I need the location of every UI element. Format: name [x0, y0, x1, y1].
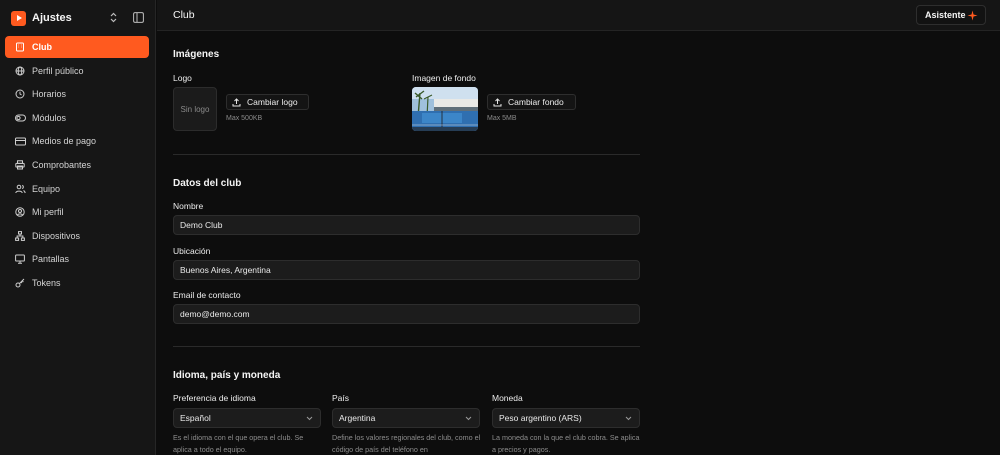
section-title-images: Imágenes [173, 49, 220, 60]
sidebar-item-dispositivos[interactable]: Dispositivos [5, 225, 149, 247]
currency-select[interactable]: Peso argentino (ARS) [492, 408, 640, 428]
users-icon [14, 183, 26, 195]
language-select[interactable]: Español [173, 408, 321, 428]
sidebar-item-label: Pantallas [32, 254, 70, 265]
sidebar-item-label: Equipo [32, 183, 61, 194]
sparkle-icon [967, 10, 978, 21]
sidebar: Ajustes Club Perfil público Horarios Mód… [0, 0, 156, 455]
section-divider [173, 346, 640, 347]
country-description: Define los valores regionales del club, … [332, 433, 481, 454]
location-input[interactable]: Buenos Aires, Argentina [173, 260, 640, 280]
sidebar-nav: Club Perfil público Horarios Módulos Med… [0, 36, 155, 294]
network-icon [14, 230, 26, 242]
country-select-value: Argentina [339, 413, 376, 423]
sidebar-item-club[interactable]: Club [5, 36, 149, 58]
key-icon [14, 277, 26, 289]
sidebar-item-label: Perfil público [32, 65, 84, 76]
sidebar-item-label: Dispositivos [32, 230, 81, 241]
sidebar-item-comprobantes[interactable]: Comprobantes [5, 154, 149, 176]
page-title: Club [173, 9, 195, 21]
chevron-down-icon [306, 416, 313, 421]
logo-size-hint: Max 500KB [226, 115, 263, 122]
sidebar-item-label: Medios de pago [32, 136, 97, 147]
logo-placeholder: Sin logo [173, 87, 217, 131]
chevron-down-icon [625, 416, 632, 421]
logo-label: Logo [173, 73, 192, 83]
app-logo-icon [11, 10, 26, 26]
sidebar-header: Ajustes [0, 0, 155, 36]
sidebar-item-label: Comprobantes [32, 159, 92, 170]
user-circle-icon [14, 206, 26, 218]
sidebar-item-pantallas[interactable]: Pantallas [5, 248, 149, 270]
sidebar-item-label: Módulos [32, 112, 67, 123]
app-name[interactable]: Ajustes [32, 12, 72, 24]
sidebar-item-modulos[interactable]: Módulos [5, 107, 149, 129]
email-input[interactable]: demo@demo.com [173, 304, 640, 324]
sidebar-item-label: Mi perfil [32, 207, 64, 218]
currency-description: La moneda con la que el club cobra. Se a… [492, 433, 640, 454]
chevron-down-icon [465, 416, 472, 421]
email-label: Email de contacto [173, 290, 241, 300]
section-title-club-data: Datos del club [173, 178, 242, 189]
change-logo-label: Cambiar logo [247, 97, 298, 107]
background-size-hint: Max 5MB [487, 115, 517, 122]
upload-icon [493, 97, 502, 106]
building-icon [14, 41, 26, 53]
credit-card-icon [14, 135, 26, 147]
sidebar-item-label: Club [32, 42, 52, 52]
background-image [412, 87, 478, 131]
assistant-button[interactable]: Asistente [916, 5, 986, 25]
toggle-icon [14, 112, 26, 124]
sidebar-item-mi-perfil[interactable]: Mi perfil [5, 201, 149, 223]
location-label: Ubicación [173, 246, 211, 256]
top-bar: Club Asistente [157, 0, 1000, 31]
clock-icon [14, 88, 26, 100]
change-background-button[interactable]: Cambiar fondo [487, 94, 576, 110]
name-label: Nombre [173, 201, 204, 211]
monitor-icon [14, 253, 26, 265]
sidebar-item-label: Horarios [32, 89, 67, 100]
logo-placeholder-text: Sin logo [180, 104, 210, 114]
section-title-locale: Idioma, país y moneda [173, 370, 281, 381]
chevrons-up-down-icon[interactable] [109, 12, 118, 25]
currency-label: Moneda [492, 393, 523, 403]
language-description: Es el idioma con el que opera el club. S… [173, 433, 304, 454]
background-label: Imagen de fondo [412, 73, 476, 83]
globe-icon [14, 65, 26, 77]
assistant-button-label: Asistente [925, 10, 966, 20]
change-logo-button[interactable]: Cambiar logo [226, 94, 309, 110]
language-label: Preferencia de idioma [173, 393, 256, 403]
sidebar-item-horarios[interactable]: Horarios [5, 83, 149, 105]
sidebar-item-perfil-publico[interactable]: Perfil público [5, 60, 149, 82]
sidebar-item-equipo[interactable]: Equipo [5, 178, 149, 200]
sidebar-item-label: Tokens [32, 277, 61, 288]
sidebar-toggle-icon[interactable] [133, 12, 144, 25]
change-background-label: Cambiar fondo [508, 97, 564, 107]
country-label: País [332, 393, 350, 403]
country-select[interactable]: Argentina [332, 408, 480, 428]
language-select-value: Español [180, 413, 211, 423]
sidebar-item-medios-de-pago[interactable]: Medios de pago [5, 130, 149, 152]
currency-select-value: Peso argentino (ARS) [499, 413, 582, 423]
sidebar-item-tokens[interactable]: Tokens [5, 272, 149, 294]
printer-icon [14, 159, 26, 171]
section-divider [173, 154, 640, 155]
club-name-input[interactable]: Demo Club [173, 215, 640, 235]
upload-icon [232, 97, 241, 106]
